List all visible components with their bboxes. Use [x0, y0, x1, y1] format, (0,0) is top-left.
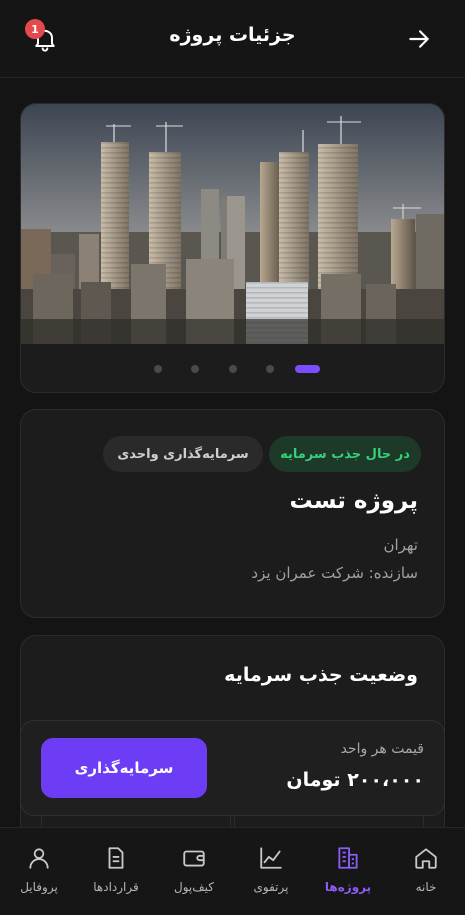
nav-item-wallet[interactable]: کیف‌پول	[155, 828, 233, 915]
project-photo[interactable]	[21, 104, 445, 344]
gallery-pagination	[21, 362, 444, 374]
project-builder: سازنده: شرکت عمران یزد	[251, 564, 418, 582]
gallery-dot[interactable]	[154, 365, 162, 373]
notification-badge: 1	[25, 19, 45, 39]
nav-label: پرتفوی	[253, 880, 289, 894]
nav-label: پروژه‌ها	[324, 880, 372, 894]
user-icon	[29, 848, 49, 869]
gallery-dot-active[interactable]	[295, 365, 320, 373]
project-name: پروژه تست	[289, 488, 418, 514]
chart-line-icon	[260, 847, 282, 869]
gallery-dot[interactable]	[266, 365, 274, 373]
nav-item-projects[interactable]: پروژه‌ها	[309, 828, 387, 915]
arrow-right-icon[interactable]	[406, 26, 432, 52]
project-gallery	[20, 103, 445, 393]
bottom-nav: خانه پروژه‌ها پرتفوی کیف‌پول قراردادها پ…	[0, 827, 465, 915]
type-badge: سرمایه‌گذاری واحدی	[103, 436, 263, 472]
nav-item-profile[interactable]: پروفایل	[0, 828, 78, 915]
purchase-bar: قیمت هر واحد ۲۰۰،۰۰۰ تومان سرمایه‌گذاری	[20, 720, 445, 816]
app-header: جزئیات پروژه 1	[0, 0, 465, 78]
nav-label: خانه	[415, 880, 437, 894]
wallet-icon	[183, 850, 205, 867]
gallery-dot[interactable]	[191, 365, 199, 373]
unit-price-label: قیمت هر واحد	[340, 741, 424, 757]
project-info-card: در حال جذب سرمایه سرمایه‌گذاری واحدی پرو…	[20, 409, 445, 618]
nav-label: پروفایل	[20, 880, 58, 894]
page-title: جزئیات پروژه	[169, 24, 296, 46]
nav-item-portfolio[interactable]: پرتفوی	[232, 828, 310, 915]
document-icon	[108, 847, 124, 869]
gallery-dot[interactable]	[229, 365, 237, 373]
status-badge: در حال جذب سرمایه	[269, 436, 421, 472]
home-icon	[415, 848, 437, 869]
invest-button[interactable]: سرمایه‌گذاری	[41, 738, 207, 798]
nav-label: قراردادها	[93, 880, 139, 894]
nav-item-home[interactable]: خانه	[387, 828, 465, 915]
funding-status-title: وضعیت جذب سرمایه	[224, 664, 418, 686]
project-city: تهران	[383, 536, 418, 554]
buildings-icon	[338, 847, 358, 869]
unit-price-value: ۲۰۰،۰۰۰ تومان	[286, 769, 424, 791]
nav-item-contracts[interactable]: قراردادها	[77, 828, 155, 915]
nav-label: کیف‌پول	[173, 880, 214, 894]
